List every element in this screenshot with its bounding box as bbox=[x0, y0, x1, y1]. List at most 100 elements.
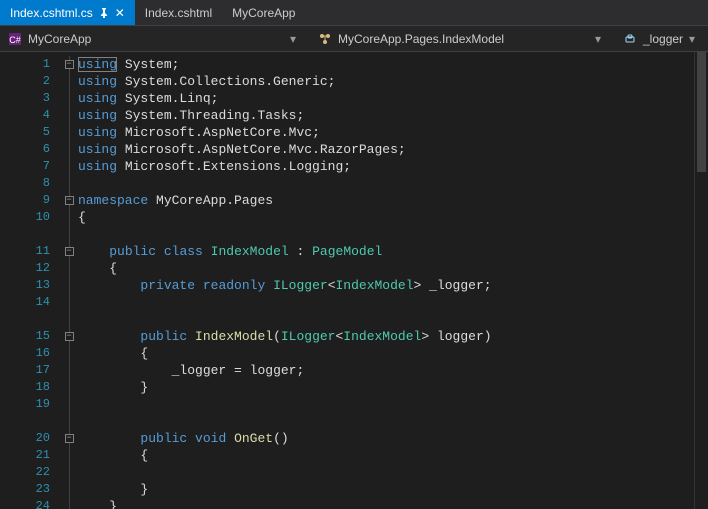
vertical-scrollbar[interactable] bbox=[694, 52, 708, 509]
tab-label: Index.cshtml.cs bbox=[10, 6, 93, 20]
line-number: 21 bbox=[0, 447, 60, 464]
tab-mycoreapp[interactable]: MyCoreApp bbox=[222, 0, 305, 25]
line-number: 14 bbox=[0, 294, 60, 311]
code-line[interactable]: namespace MyCoreApp.Pages bbox=[78, 192, 708, 209]
fold-guide bbox=[60, 379, 78, 396]
fold-guide bbox=[60, 141, 78, 158]
fold-guide bbox=[60, 90, 78, 107]
fold-toggle[interactable]: − bbox=[60, 56, 78, 73]
line-number: 5 bbox=[0, 124, 60, 141]
fold-toggle[interactable]: − bbox=[60, 430, 78, 447]
code-line[interactable]: public class IndexModel : PageModel bbox=[78, 243, 708, 260]
line-number-gutter: 1234567891011121314151617181920212223242… bbox=[0, 52, 60, 509]
line-number bbox=[0, 226, 60, 243]
nav-class-dropdown[interactable]: MyCoreApp.Pages.IndexModel ▾ bbox=[310, 26, 615, 51]
code-line[interactable] bbox=[78, 226, 708, 243]
line-number bbox=[0, 413, 60, 430]
fold-guide bbox=[60, 413, 78, 430]
fold-guide bbox=[60, 362, 78, 379]
chevron-down-icon[interactable]: ▾ bbox=[589, 32, 607, 46]
nav-project-dropdown[interactable]: C# MyCoreApp ▾ bbox=[0, 26, 310, 51]
scroll-thumb[interactable] bbox=[697, 52, 706, 172]
line-number: 17 bbox=[0, 362, 60, 379]
code-line[interactable] bbox=[78, 464, 708, 481]
fold-guide bbox=[60, 107, 78, 124]
code-editor[interactable]: 1234567891011121314151617181920212223242… bbox=[0, 52, 708, 509]
fold-guide bbox=[60, 277, 78, 294]
fold-guide bbox=[60, 260, 78, 277]
code-line[interactable]: using Microsoft.AspNetCore.Mvc; bbox=[78, 124, 708, 141]
tab-index-cshtml[interactable]: Index.cshtml bbox=[135, 0, 222, 25]
fold-toggle[interactable]: − bbox=[60, 192, 78, 209]
code-line[interactable]: using System.Linq; bbox=[78, 90, 708, 107]
fold-guide bbox=[60, 175, 78, 192]
line-number: 16 bbox=[0, 345, 60, 362]
tab-label: Index.cshtml bbox=[145, 6, 212, 20]
line-number: 19 bbox=[0, 396, 60, 413]
code-line[interactable]: public IndexModel(ILogger<IndexModel> lo… bbox=[78, 328, 708, 345]
line-number: 23 bbox=[0, 481, 60, 498]
fold-toggle[interactable]: − bbox=[60, 328, 78, 345]
chevron-down-icon[interactable]: ▾ bbox=[284, 32, 302, 46]
line-number: 18 bbox=[0, 379, 60, 396]
code-line[interactable]: public void OnGet() bbox=[78, 430, 708, 447]
line-number: 1 bbox=[0, 56, 60, 73]
code-line[interactable]: using System.Threading.Tasks; bbox=[78, 107, 708, 124]
line-number: 3 bbox=[0, 90, 60, 107]
code-line[interactable] bbox=[78, 294, 708, 311]
code-line[interactable] bbox=[78, 396, 708, 413]
code-line[interactable]: { bbox=[78, 447, 708, 464]
line-number: 7 bbox=[0, 158, 60, 175]
line-number bbox=[0, 311, 60, 328]
code-line[interactable]: } bbox=[78, 498, 708, 509]
class-icon bbox=[318, 32, 332, 46]
code-line[interactable] bbox=[78, 413, 708, 430]
csproj-icon: C# bbox=[8, 32, 22, 46]
fold-guide bbox=[60, 158, 78, 175]
tab-bar: Index.cshtml.cs ✕ Index.cshtml MyCoreApp bbox=[0, 0, 708, 26]
line-number: 2 bbox=[0, 73, 60, 90]
code-line[interactable] bbox=[78, 175, 708, 192]
fold-guide bbox=[60, 447, 78, 464]
line-number: 22 bbox=[0, 464, 60, 481]
chevron-down-icon[interactable]: ▾ bbox=[683, 32, 701, 46]
navigation-bar: C# MyCoreApp ▾ MyCoreApp.Pages.IndexMode… bbox=[0, 26, 708, 52]
fold-guide bbox=[60, 464, 78, 481]
line-number: 10 bbox=[0, 209, 60, 226]
fold-guide bbox=[60, 226, 78, 243]
code-line[interactable]: using System.Collections.Generic; bbox=[78, 73, 708, 90]
code-line[interactable]: private readonly ILogger<IndexModel> _lo… bbox=[78, 277, 708, 294]
fold-guide bbox=[60, 481, 78, 498]
line-number: 4 bbox=[0, 107, 60, 124]
fold-guide bbox=[60, 294, 78, 311]
code-line[interactable]: { bbox=[78, 260, 708, 277]
svg-text:C#: C# bbox=[9, 35, 21, 45]
code-line[interactable]: using Microsoft.Extensions.Logging; bbox=[78, 158, 708, 175]
fold-guide bbox=[60, 498, 78, 509]
line-number: 15 bbox=[0, 328, 60, 345]
line-number: 12 bbox=[0, 260, 60, 277]
tab-index-cshtml-cs[interactable]: Index.cshtml.cs ✕ bbox=[0, 0, 135, 25]
close-icon[interactable]: ✕ bbox=[115, 6, 125, 20]
line-number: 11 bbox=[0, 243, 60, 260]
line-number: 24 bbox=[0, 498, 60, 509]
code-line[interactable]: { bbox=[78, 209, 708, 226]
fold-guide bbox=[60, 209, 78, 226]
code-line[interactable]: using Microsoft.AspNetCore.Mvc.RazorPage… bbox=[78, 141, 708, 158]
code-line[interactable]: } bbox=[78, 481, 708, 498]
field-icon bbox=[623, 32, 637, 46]
line-number: 8 bbox=[0, 175, 60, 192]
code-area[interactable]: using System;using System.Collections.Ge… bbox=[78, 52, 708, 509]
nav-class-label: MyCoreApp.Pages.IndexModel bbox=[338, 32, 504, 46]
code-line[interactable]: } bbox=[78, 379, 708, 396]
pin-icon[interactable] bbox=[99, 8, 109, 18]
fold-guide bbox=[60, 396, 78, 413]
nav-member-dropdown[interactable]: _logger ▾ bbox=[615, 26, 708, 51]
fold-guide bbox=[60, 124, 78, 141]
fold-toggle[interactable]: − bbox=[60, 243, 78, 260]
code-line[interactable]: { bbox=[78, 345, 708, 362]
code-line[interactable] bbox=[78, 311, 708, 328]
code-line[interactable]: using System; bbox=[78, 56, 708, 73]
code-line[interactable]: _logger = logger; bbox=[78, 362, 708, 379]
tab-label: MyCoreApp bbox=[232, 6, 295, 20]
